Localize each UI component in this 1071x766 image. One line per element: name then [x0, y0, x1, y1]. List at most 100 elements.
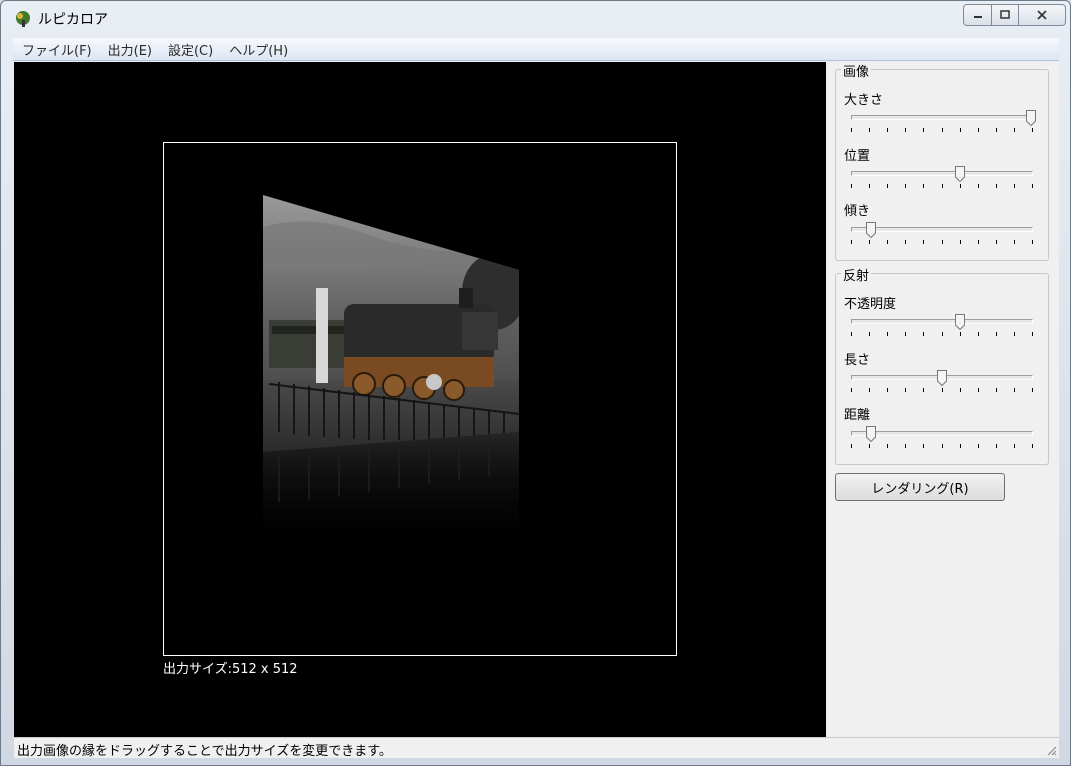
size-label: 大きさ	[844, 93, 884, 108]
resize-grip-icon[interactable]	[1045, 744, 1057, 756]
slider-tick	[905, 184, 906, 188]
reflection-group: 反射 不透明度 長さ 距離	[835, 265, 1049, 465]
slider-thumb[interactable]	[955, 166, 965, 182]
length-slider[interactable]	[848, 370, 1036, 394]
slider-track[interactable]	[851, 431, 1033, 436]
slider-tick	[1032, 444, 1033, 448]
reflection-group-title: 反射	[841, 265, 872, 284]
minimize-button[interactable]	[963, 4, 992, 26]
preview-canvas[interactable]: 出力サイズ:512 x 512	[14, 62, 826, 737]
slider-tick	[960, 240, 961, 244]
window-title: ルピカロア	[38, 12, 108, 28]
slider-tick	[869, 240, 870, 244]
slider-tick	[851, 184, 852, 188]
slider-thumb[interactable]	[955, 314, 965, 330]
slider-tick	[1032, 388, 1033, 392]
slider-tick	[869, 444, 870, 448]
slider-tick	[960, 128, 961, 132]
slider-tick	[1014, 444, 1015, 448]
menu-file[interactable]: ファイル(F)	[15, 40, 99, 59]
length-label: 長さ	[844, 353, 871, 368]
opacity-label: 不透明度	[844, 297, 897, 312]
slider-thumb[interactable]	[1026, 110, 1036, 126]
slider-tick	[996, 240, 997, 244]
slider-tick	[869, 332, 870, 336]
render-button[interactable]: レンダリング(R)	[835, 473, 1005, 501]
slider-thumb[interactable]	[866, 426, 876, 442]
slider-tick	[923, 388, 924, 392]
slider-track[interactable]	[851, 319, 1033, 324]
preview-image	[263, 195, 519, 552]
menu-output[interactable]: 出力(E)	[101, 40, 159, 59]
slider-tick	[851, 240, 852, 244]
slider-tick	[905, 240, 906, 244]
position-slider[interactable]	[848, 166, 1036, 190]
slider-tick	[996, 332, 997, 336]
slider-tick	[996, 444, 997, 448]
menu-settings[interactable]: 設定(C)	[161, 40, 220, 59]
slider-tick	[887, 240, 888, 244]
maximize-button[interactable]	[992, 4, 1019, 26]
maximize-icon	[1000, 10, 1010, 19]
slider-tick	[1014, 240, 1015, 244]
slider-thumb[interactable]	[866, 222, 876, 238]
slider-ticks	[851, 240, 1033, 245]
slider-tick	[905, 388, 906, 392]
distance-slider[interactable]	[848, 426, 1036, 450]
slider-tick	[1032, 240, 1033, 244]
image-group: 画像 大きさ 位置 傾き	[835, 61, 1049, 261]
tilt-label: 傾き	[844, 204, 871, 219]
slider-tick	[942, 184, 943, 188]
status-text: 出力画像の縁をドラッグすることで出力サイズを変更できます。	[17, 744, 392, 759]
slider-ticks	[851, 128, 1033, 133]
slider-tick	[851, 128, 852, 132]
reflection	[263, 432, 519, 552]
opacity-slider[interactable]	[848, 314, 1036, 338]
image-group-title: 画像	[841, 61, 872, 80]
menu-help[interactable]: ヘルプ(H)	[222, 40, 295, 59]
locomotive-photo	[263, 195, 519, 452]
slider-track[interactable]	[851, 227, 1033, 232]
size-slider[interactable]	[848, 110, 1036, 134]
slider-tick	[1032, 332, 1033, 336]
slider-tick	[923, 240, 924, 244]
slider-tick	[923, 128, 924, 132]
slider-tick	[905, 128, 906, 132]
tilt-slider[interactable]	[848, 222, 1036, 246]
slider-tick	[1014, 184, 1015, 188]
slider-tick	[960, 388, 961, 392]
slider-tick	[996, 184, 997, 188]
slider-tick	[887, 184, 888, 188]
caption-buttons	[963, 4, 1066, 26]
slider-tick	[942, 388, 943, 392]
slider-tick	[960, 184, 961, 188]
slider-tick	[1032, 184, 1033, 188]
slider-ticks	[851, 332, 1033, 337]
app-icon	[16, 11, 30, 27]
slider-tick	[887, 332, 888, 336]
menu-bar: ファイル(F) 出力(E) 設定(C) ヘルプ(H)	[13, 38, 1059, 61]
slider-tick	[905, 444, 906, 448]
slider-track[interactable]	[851, 171, 1033, 176]
output-size-label: 出力サイズ:512 x 512	[163, 662, 298, 677]
slider-tick	[887, 388, 888, 392]
slider-tick	[869, 128, 870, 132]
slider-tick	[887, 444, 888, 448]
title-bar[interactable]: ルピカロア	[1, 1, 1070, 35]
slider-tick	[996, 388, 997, 392]
slider-track[interactable]	[851, 115, 1033, 120]
slider-tick	[942, 332, 943, 336]
slider-tick	[1032, 128, 1033, 132]
slider-tick	[978, 332, 979, 336]
slider-tick	[978, 184, 979, 188]
slider-tick	[942, 240, 943, 244]
slider-tick	[1014, 332, 1015, 336]
slider-tick	[978, 444, 979, 448]
slider-thumb[interactable]	[937, 370, 947, 386]
slider-tick	[887, 128, 888, 132]
position-label: 位置	[844, 149, 871, 164]
close-icon	[1037, 10, 1047, 20]
close-button[interactable]	[1019, 4, 1066, 26]
slider-tick	[923, 444, 924, 448]
slider-tick	[942, 444, 943, 448]
